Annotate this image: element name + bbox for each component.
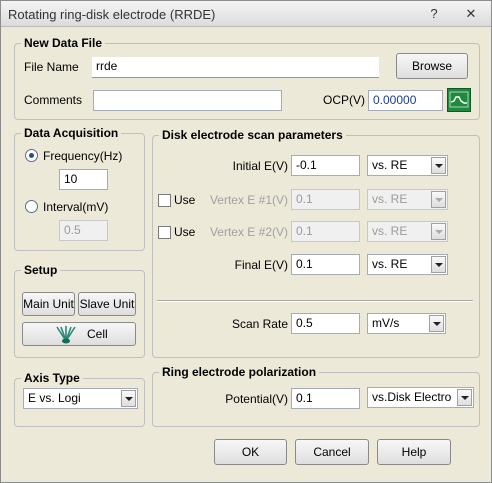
frequency-radio[interactable]	[25, 149, 38, 162]
final-e-label: Final E(V)	[234, 258, 288, 272]
disk-scan-group: Disk electrode scan parameters Initial E…	[152, 128, 480, 358]
cell-label: Cell	[87, 327, 108, 341]
interval-input[interactable]: 0.5	[59, 220, 108, 241]
chevron-down-icon[interactable]	[431, 191, 446, 208]
cell-button[interactable]: Cell	[22, 322, 136, 346]
waveform-icon[interactable]	[447, 88, 471, 112]
slave-unit-button[interactable]: Slave Unit	[78, 292, 136, 316]
scan-rate-label: Scan Rate	[231, 317, 288, 331]
main-unit-button[interactable]: Main Unit	[22, 292, 75, 316]
disk-scan-label: Disk electrode scan parameters	[159, 128, 346, 142]
interval-radio[interactable]	[25, 200, 38, 213]
frequency-input[interactable]: 10	[59, 169, 108, 190]
potential-input[interactable]: 0.1	[291, 388, 360, 409]
setup-group: Setup Main Unit Slave Unit Cell	[14, 263, 145, 358]
file-name-input[interactable]: rrde	[92, 57, 379, 78]
scan-separator	[157, 300, 473, 302]
ocp-label: OCP(V)	[323, 93, 365, 107]
scan-rate-input[interactable]: 0.5	[291, 313, 360, 334]
rrde-dialog: Rotating ring-disk electrode (RRDE) ? ✕ …	[0, 0, 492, 483]
file-name-label: File Name	[24, 60, 79, 74]
new-data-file-label: New Data File	[21, 36, 106, 50]
title-bar: Rotating ring-disk electrode (RRDE) ? ✕	[1, 1, 491, 27]
final-e-input[interactable]: 0.1	[291, 254, 360, 275]
chevron-down-icon[interactable]	[431, 157, 446, 174]
frequency-label: Frequency(Hz)	[43, 149, 123, 163]
chevron-down-icon[interactable]	[429, 315, 444, 332]
browse-button[interactable]: Browse	[396, 53, 468, 79]
scan-rate-unit-select[interactable]: mV/s	[367, 313, 446, 334]
vertex1-input[interactable]: 0.1	[291, 189, 360, 210]
chevron-down-icon[interactable]	[121, 390, 136, 407]
ring-polarization-label: Ring electrode polarization	[159, 365, 320, 379]
data-acquisition-label: Data Acquisition	[21, 126, 122, 140]
setup-label: Setup	[21, 263, 61, 277]
axis-type-group: Axis Type E vs. Logi	[14, 371, 145, 427]
axis-type-selected: E vs. Logi	[28, 391, 81, 405]
help-button[interactable]: Help	[377, 439, 451, 465]
cancel-button[interactable]: Cancel	[295, 439, 369, 465]
vertex1-ref-select[interactable]: vs. RE	[367, 189, 448, 210]
ocp-value-field[interactable]: 0.00000	[368, 90, 443, 111]
chevron-down-icon[interactable]	[431, 223, 446, 240]
window-title: Rotating ring-disk electrode (RRDE)	[8, 7, 216, 22]
chevron-down-icon[interactable]	[457, 389, 472, 406]
use-vertex2-checkbox[interactable]	[158, 226, 171, 239]
close-icon[interactable]: ✕	[460, 5, 482, 23]
ring-polarization-group: Ring electrode polarization Potential(V)…	[152, 365, 480, 427]
axis-type-select[interactable]: E vs. Logi	[23, 388, 138, 409]
vertex2-ref-select[interactable]: vs. RE	[367, 221, 448, 242]
vertex2-input[interactable]: 0.1	[291, 221, 360, 242]
electrode-cell-icon	[55, 325, 77, 352]
potential-label: Potential(V)	[225, 392, 288, 406]
potential-ref-select[interactable]: vs.Disk Electro	[367, 387, 474, 408]
comments-input[interactable]	[93, 90, 282, 111]
axis-type-label: Axis Type	[21, 371, 83, 385]
new-data-file-group: New Data File File Name rrde Browse Comm…	[14, 36, 480, 120]
ok-button[interactable]: OK	[214, 439, 287, 465]
initial-e-input[interactable]: -0.1	[291, 155, 360, 176]
chevron-down-icon[interactable]	[431, 256, 446, 273]
interval-label: Interval(mV)	[43, 200, 109, 214]
vertex1-label: Vertex E #1(V)	[209, 193, 288, 207]
initial-e-label: Initial E(V)	[232, 159, 288, 173]
potential-ref-selected: vs.Disk Electro	[372, 390, 452, 404]
vertex2-label: Vertex E #2(V)	[209, 225, 288, 239]
use-vertex1-checkbox[interactable]	[158, 194, 171, 207]
comments-label: Comments	[24, 93, 83, 107]
data-acquisition-group: Data Acquisition Frequency(Hz) 10 Interv…	[14, 126, 145, 251]
final-ref-select[interactable]: vs. RE	[367, 254, 448, 275]
initial-ref-select[interactable]: vs. RE	[367, 155, 448, 176]
help-title-button[interactable]: ?	[423, 5, 445, 23]
